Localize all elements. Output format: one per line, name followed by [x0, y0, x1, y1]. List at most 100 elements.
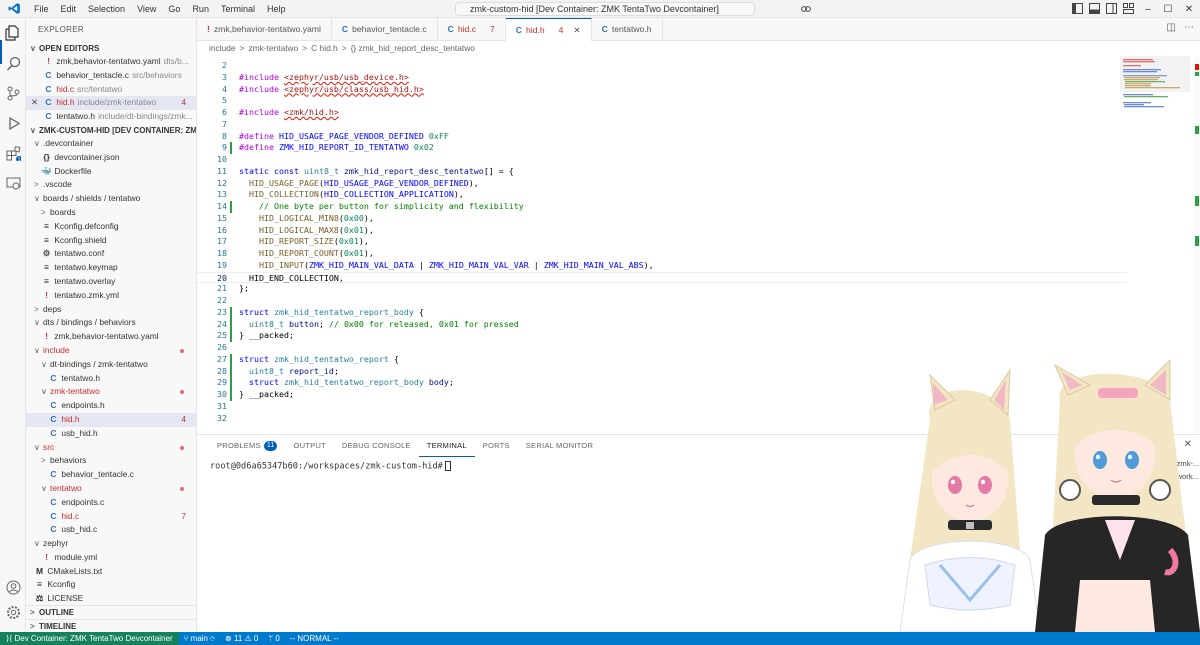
code-line[interactable]: 26 [197, 342, 1127, 354]
close-icon[interactable]: ✕ [31, 96, 38, 110]
code-line[interactable]: 32 [197, 413, 1127, 425]
code-line[interactable]: 13 HID_COLLECTION(HID_COLLECTION_APPLICA… [197, 189, 1127, 201]
ports-status[interactable]: ᛘ 0 [263, 632, 284, 645]
code-line[interactable]: 19 HID_INPUT(ZMK_HID_MAIN_VAL_DATA | ZMK… [197, 260, 1127, 272]
breadcrumb-item[interactable]: {} zmk_hid_report_desc_tentatwo [351, 43, 475, 53]
close-panel-icon[interactable]: ✕ [1184, 439, 1192, 450]
code-line[interactable]: 22 [197, 295, 1127, 307]
terminal-instance[interactable]: bash work... [1152, 470, 1200, 483]
code-line[interactable]: 16 HID_LOGICAL_MAX8(0x01), [197, 225, 1127, 237]
code-line[interactable]: 28 uint8_t report_id; [197, 365, 1127, 378]
open-editors-section[interactable]: ∨ OPEN EDITORS [26, 42, 196, 55]
tree-folder[interactable]: ∨ dts / bindings / behaviors [26, 316, 196, 330]
menu-file[interactable]: File [28, 0, 55, 18]
code-line[interactable]: 10 [197, 154, 1127, 166]
code-line[interactable]: 15 HID_LOGICAL_MIN8(0x00), [197, 213, 1127, 225]
code-line[interactable]: 24 uint8_t button; // 0x00 for released,… [197, 318, 1127, 331]
extensions-icon[interactable]: 1 [4, 144, 22, 162]
menu-selection[interactable]: Selection [82, 0, 131, 18]
code-line[interactable]: 20 HID_END_COLLECTION, [197, 271, 1127, 284]
open-editor-item[interactable]: C hid.c src/tentatwo [26, 83, 196, 97]
tab-zmk-behavior-tentatwo-yaml[interactable]: ! zmk,behavior-tentatwo.yaml [197, 18, 332, 41]
panel-tab-output[interactable]: OUTPUT [285, 435, 333, 457]
tree-folder[interactable]: ∨ src [26, 441, 196, 455]
outline-section[interactable]: > OUTLINE [26, 605, 196, 618]
copilot-icon[interactable] [800, 3, 812, 15]
code-line[interactable]: 18 HID_REPORT_COUNT(0x01), [197, 248, 1127, 260]
tree-file[interactable]: C endpoints.h [26, 399, 196, 413]
toggle-primary-sidebar-icon[interactable] [1072, 3, 1084, 15]
editor-scrollbar[interactable] [1190, 56, 1200, 434]
code-editor[interactable]: 2 3 #include <zephyr/usb/usb_device.h> 4 #in… [197, 56, 1200, 434]
timeline-section[interactable]: > TIMELINE [26, 619, 196, 632]
tree-file[interactable]: 🐳 Dockerfile [26, 165, 196, 179]
code-line[interactable]: 12 HID_USAGE_PAGE(HID_USAGE_PAGE_VENDOR_… [197, 178, 1127, 190]
close-window-button[interactable]: ✕ [1178, 0, 1200, 18]
split-editor-icon[interactable]: ◫ [1167, 22, 1176, 33]
tree-folder[interactable]: > boards [26, 206, 196, 220]
menu-view[interactable]: View [131, 0, 162, 18]
more-actions-icon[interactable]: ⋯ [1184, 22, 1194, 33]
account-icon[interactable] [4, 578, 22, 596]
more-icon[interactable]: ⋯ [1145, 439, 1155, 450]
chevron-down-icon[interactable]: ⌄ [1127, 439, 1135, 450]
maximize-panel-icon[interactable]: ⌃ [1165, 439, 1173, 450]
tree-file[interactable]: {} devcontainer.json [26, 151, 196, 165]
menu-run[interactable]: Run [186, 0, 215, 18]
code-line[interactable]: 11 static const uint8_t zmk_hid_report_de… [197, 166, 1127, 178]
panel-tab-terminal[interactable]: TERMINAL [418, 435, 475, 457]
code-line[interactable]: 25} __packed; [197, 330, 1127, 342]
code-line[interactable]: 29 struct zmk_hid_tentatwo_report_body b… [197, 377, 1127, 389]
tree-file[interactable]: ≡ Kconfig.shield [26, 234, 196, 248]
code-line[interactable]: 14 // One byte per button for simplicity… [197, 201, 1127, 213]
open-editor-item[interactable]: C behavior_tentacle.c src/behaviors [26, 69, 196, 83]
open-editor-item[interactable]: ! zmk,behavior-tentatwo.yaml dts/b... [26, 55, 196, 69]
tab-behavior-tentacle-c[interactable]: Cbehavior_tentacle.c [332, 18, 438, 41]
code-line[interactable]: 23 struct zmk_hid_tentatwo_report_body { [197, 306, 1127, 319]
terminal-instance[interactable]: bash zmk-... [1152, 457, 1200, 470]
code-line[interactable]: 2 [197, 60, 1127, 72]
breadcrumb-item[interactable]: C hid.h [311, 43, 338, 53]
code-line[interactable]: 31 [197, 401, 1127, 413]
tree-file[interactable]: ! module.yml [26, 551, 196, 565]
tab-hid-h[interactable]: Chid.h 4 ✕ [505, 18, 592, 42]
remote-indicator[interactable]: ⟩⟨ Dev Container: ZMK TentaTwo Devcontai… [0, 632, 179, 645]
tree-file[interactable]: C behavior_tentacle.c [26, 468, 196, 482]
code-line[interactable]: 17 HID_REPORT_SIZE(0x01), [197, 236, 1127, 248]
code-line[interactable]: 8 #define HID_USAGE_PAGE_VENDOR_DEFINED 0… [197, 131, 1127, 143]
tree-file[interactable]: M CMakeLists.txt [26, 565, 196, 579]
tree-file[interactable]: ! tentatwo.zmk.yml [26, 289, 196, 303]
tree-folder[interactable]: > behaviors [26, 454, 196, 468]
code-line[interactable]: 27 struct zmk_hid_tentatwo_report { [197, 353, 1127, 366]
panel-tab-ports[interactable]: PORTS [475, 435, 518, 457]
code-line[interactable]: 30} __packed; [197, 389, 1127, 401]
panel-tab-problems[interactable]: PROBLEMS 11 [209, 435, 285, 457]
code-line[interactable]: 6 #include <zmk/hid.h> [197, 107, 1127, 119]
tree-file[interactable]: C usb_hid.c [26, 523, 196, 537]
new-terminal-icon[interactable]: + [1111, 439, 1117, 450]
toggle-panel-icon[interactable] [1089, 3, 1101, 15]
tree-file[interactable]: ! zmk,behavior-tentatwo.yaml [26, 330, 196, 344]
tree-folder[interactable]: ∨ boards / shields / tentatwo [26, 192, 196, 206]
workspace-section[interactable]: ∨ZMK-CUSTOM-HID [DEV CONTAINER: ZMK TE..… [26, 124, 196, 137]
close-tab-icon[interactable]: ✕ [573, 19, 580, 42]
tree-file[interactable]: C hid.h 4 [26, 412, 196, 427]
tab-hid-c[interactable]: Chid.c 7 [438, 18, 506, 41]
tree-folder[interactable]: ∨ tentatwo [26, 482, 196, 496]
open-editor-item[interactable]: C tentatwo.h include/dt-bindings/zmk... [26, 110, 196, 124]
code-line[interactable]: 9 #define ZMK_HID_REPORT_ID_TENTATWO 0x02 [197, 142, 1127, 154]
toggle-secondary-sidebar-icon[interactable] [1106, 3, 1118, 15]
tree-folder[interactable]: > deps [26, 303, 196, 317]
menu-help[interactable]: Help [261, 0, 292, 18]
code-line[interactable]: 7 [197, 119, 1127, 131]
panel-tab-debug-console[interactable]: DEBUG CONSOLE [334, 435, 419, 457]
tree-file[interactable]: ≡ Kconfig.defconfig [26, 220, 196, 234]
minimize-button[interactable]: – [1138, 0, 1158, 18]
breadcrumb-item[interactable]: zmk-tentatwo [248, 43, 298, 53]
tree-file[interactable]: C usb_hid.h [26, 427, 196, 441]
code-line[interactable]: 5 [197, 95, 1127, 107]
code-line[interactable]: 4 #include <zephyr/usb/class/usb_hid.h> [197, 84, 1127, 96]
tree-folder[interactable]: ∨ include [26, 344, 196, 358]
run-debug-icon[interactable] [4, 114, 22, 132]
menu-go[interactable]: Go [162, 0, 186, 18]
